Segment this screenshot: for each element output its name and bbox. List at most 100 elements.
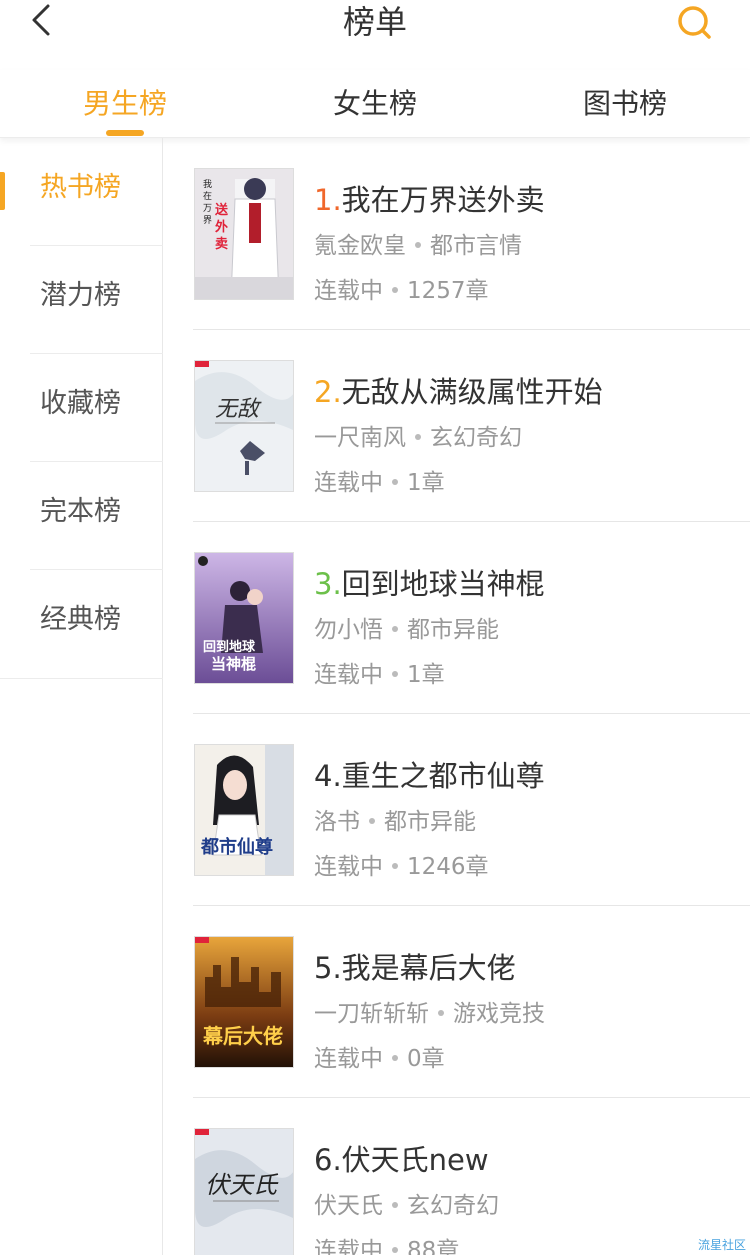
watermark: 流星社区 — [697, 1238, 746, 1252]
book-status: 连载中 1章 — [314, 660, 445, 690]
tab-male[interactable]: 男生榜 — [65, 84, 185, 124]
chapter-count: 1257章 — [407, 278, 489, 304]
separator-dot — [392, 286, 398, 293]
serial-status: 连载中 — [314, 278, 383, 304]
serial-status: 连载中 — [314, 1238, 383, 1255]
serial-status: 连载中 — [314, 470, 383, 496]
book-status: 连载中 88章 — [314, 1236, 459, 1255]
divider — [0, 678, 163, 679]
book-meta: 勿小悟 都市异能 — [314, 615, 499, 645]
sidebar-item-label: 潜力榜 — [40, 280, 121, 311]
book-status: 连载中 1246章 — [314, 852, 489, 882]
serial-status: 连载中 — [314, 854, 383, 880]
book-title-text: 我是幕后大佬 — [341, 951, 516, 985]
book-title: 2.无敌从满级属性开始 — [314, 372, 603, 412]
separator-dot — [392, 1054, 398, 1061]
book-title-text: 伏天氏new — [341, 1143, 489, 1177]
book-meta: 洛书 都市异能 — [314, 807, 476, 837]
separator-dot — [392, 862, 398, 869]
book-author: 伏天氏 — [314, 1193, 383, 1219]
book-title: 4.重生之都市仙尊 — [314, 756, 545, 796]
chapter-count: 1章 — [407, 662, 445, 688]
book-title-text: 无敌从满级属性开始 — [341, 375, 603, 409]
book-row[interactable]: 都市仙尊 4.重生之都市仙尊 洛书 都市异能 连载中 1246章 — [163, 714, 750, 906]
book-row[interactable]: 伏天氏 6.伏天氏new 伏天氏 玄幻奇幻 连载中 88章 — [163, 1098, 750, 1255]
separator-dot — [415, 241, 421, 248]
sidebar-item-potential[interactable]: 潜力榜 — [0, 246, 163, 354]
svg-text:界: 界 — [203, 215, 212, 226]
sidebar-item-label: 完本榜 — [40, 496, 121, 527]
svg-text:伏天氏: 伏天氏 — [205, 1171, 279, 1199]
svg-text:万: 万 — [203, 204, 212, 214]
svg-text:幕后大佬: 幕后大佬 — [202, 1024, 283, 1048]
book-meta: 氪金欧皇 都市言情 — [314, 231, 522, 261]
serial-status: 连载中 — [314, 662, 383, 688]
active-item-indicator — [0, 172, 5, 210]
book-row[interactable]: 回到地球 当神棍 3.回到地球当神棍 勿小悟 都市异能 连载中 1章 — [163, 522, 750, 714]
book-meta: 一尺南风 玄幻奇幻 — [314, 423, 522, 453]
separator-dot — [438, 1009, 444, 1016]
book-category: 都市言情 — [430, 233, 522, 259]
svg-text:卖: 卖 — [215, 236, 228, 252]
separator-dot — [392, 478, 398, 485]
book-category: 都市异能 — [384, 809, 476, 835]
book-author: 洛书 — [314, 809, 360, 835]
separator-dot — [369, 817, 375, 824]
book-category: 游戏竞技 — [453, 1001, 545, 1027]
separator-dot — [392, 670, 398, 677]
svg-text:无敌: 无敌 — [215, 397, 262, 422]
book-cover: 我 在 万 界 送 外 卖 — [194, 168, 294, 300]
book-title-text: 我在万界送外卖 — [341, 183, 545, 217]
book-row[interactable]: 我 在 万 界 送 外 卖 1.我在万界送外卖 氪金欧皇 都市言情 连载中 1257… — [163, 138, 750, 330]
chapter-count: 88章 — [407, 1238, 460, 1255]
book-author: 一刀斩斩斩 — [314, 1001, 429, 1027]
book-status: 连载中 0章 — [314, 1044, 445, 1074]
sidebar-item-hot[interactable]: 热书榜 — [0, 138, 163, 246]
book-category: 玄幻奇幻 — [407, 1193, 499, 1219]
sidebar-item-classic[interactable]: 经典榜 — [0, 570, 163, 678]
sidebar-item-label: 热书榜 — [40, 172, 121, 203]
active-tab-indicator — [106, 130, 144, 136]
book-category: 都市异能 — [407, 617, 499, 643]
book-author: 氪金欧皇 — [314, 233, 406, 259]
svg-text:在: 在 — [203, 190, 212, 202]
separator-dot — [392, 1201, 398, 1208]
sidebar-item-favorites[interactable]: 收藏榜 — [0, 354, 163, 462]
ranking-sidebar: 热书榜 潜力榜 收藏榜 完本榜 经典榜 — [0, 138, 163, 1255]
svg-text:当神棍: 当神棍 — [211, 655, 256, 673]
search-button[interactable] — [676, 4, 714, 42]
book-cover: 都市仙尊 — [194, 744, 294, 876]
svg-text:外: 外 — [214, 219, 228, 235]
rank-number: 3. — [314, 567, 342, 601]
rank-number: 6. — [314, 1143, 342, 1177]
book-author: 勿小悟 — [314, 617, 383, 643]
separator-dot — [415, 433, 421, 440]
book-author: 一尺南风 — [314, 425, 406, 451]
sidebar-item-label: 经典榜 — [40, 604, 121, 635]
separator-dot — [392, 1246, 398, 1253]
book-title-text: 回到地球当神棍 — [341, 567, 545, 601]
book-title: 5.我是幕后大佬 — [314, 948, 516, 988]
chapter-count: 1246章 — [407, 854, 489, 880]
top-bar: 榜单 — [0, 0, 750, 70]
book-status: 连载中 1章 — [314, 468, 445, 498]
svg-text:回到地球: 回到地球 — [203, 639, 256, 655]
svg-text:送: 送 — [214, 202, 229, 218]
svg-text:都市仙尊: 都市仙尊 — [200, 836, 273, 858]
sidebar-item-completed[interactable]: 完本榜 — [0, 462, 163, 570]
book-meta: 一刀斩斩斩 游戏竞技 — [314, 999, 545, 1029]
book-title: 6.伏天氏new — [314, 1140, 489, 1180]
book-row[interactable]: 幕后大佬 5.我是幕后大佬 一刀斩斩斩 游戏竞技 连载中 0章 — [163, 906, 750, 1098]
book-row[interactable]: 无敌 2.无敌从满级属性开始 一尺南风 玄幻奇幻 连载中 1章 — [163, 330, 750, 522]
book-cover: 无敌 — [194, 360, 294, 492]
separator-dot — [392, 625, 398, 632]
tab-female[interactable]: 女生榜 — [315, 84, 435, 124]
svg-text:我: 我 — [203, 179, 212, 190]
rank-number: 4. — [314, 759, 342, 793]
book-meta: 伏天氏 玄幻奇幻 — [314, 1191, 499, 1221]
chapter-count: 0章 — [407, 1046, 445, 1072]
page-title: 榜单 — [342, 3, 407, 41]
tab-books[interactable]: 图书榜 — [565, 84, 685, 124]
sidebar-item-label: 收藏榜 — [40, 388, 121, 419]
book-cover: 幕后大佬 — [194, 936, 294, 1068]
